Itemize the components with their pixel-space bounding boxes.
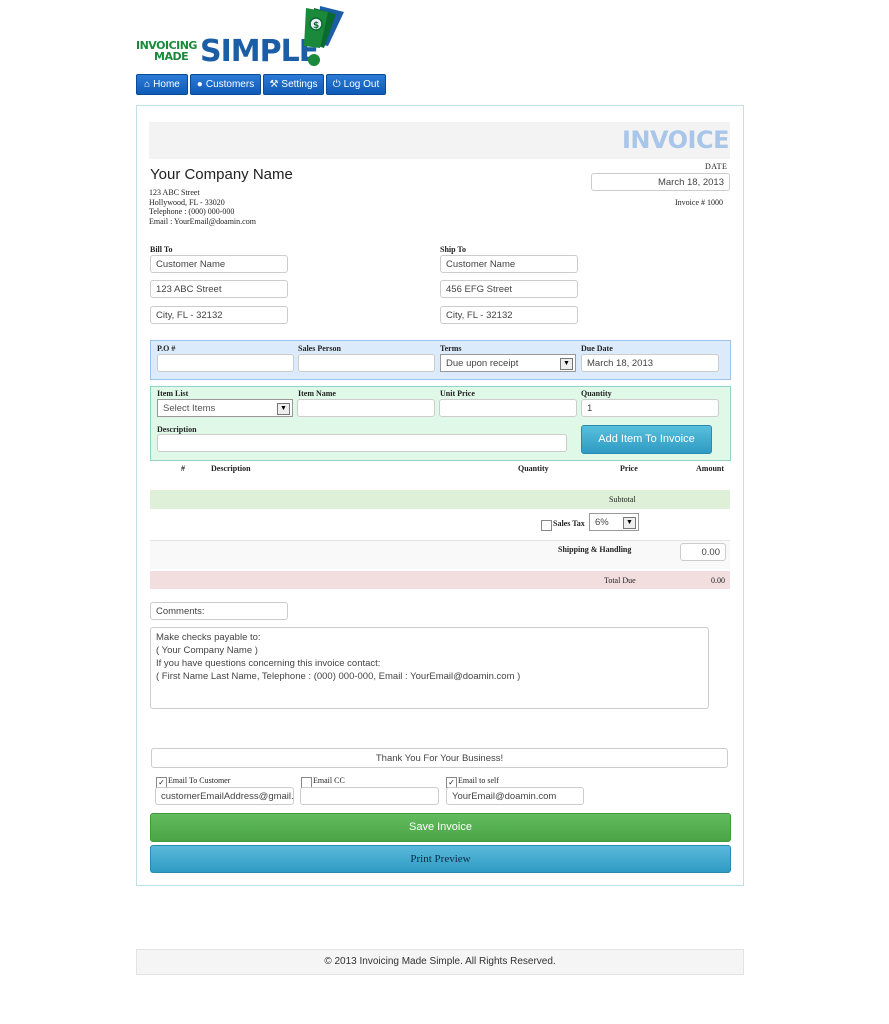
description-label: Description <box>157 425 197 434</box>
unit-price-input[interactable] <box>439 399 577 417</box>
due-date-label: Due Date <box>581 344 613 353</box>
item-list-value: Select Items <box>163 403 216 414</box>
nav-settings-button[interactable]: ⚒ Settings <box>263 74 324 95</box>
col-header-description: Description <box>211 464 251 473</box>
nav-home-button[interactable]: ⌂ Home <box>136 74 188 95</box>
bill-to-street-input[interactable]: 123 ABC Street <box>150 280 288 298</box>
nav-customers-label: Customers <box>205 79 255 90</box>
address-line: Telephone : (000) 000-000 <box>149 207 235 216</box>
quantity-input[interactable]: 1 <box>581 399 719 417</box>
logo-text-made: MADE <box>154 50 189 63</box>
nav-logout-button[interactable]: ⏻ Log Out <box>326 74 386 95</box>
nav-logout-label: Log Out <box>343 79 380 90</box>
address-line: 123 ABC Street <box>149 188 200 197</box>
email-self-input[interactable]: YourEmail@doamin.com <box>446 787 584 805</box>
nav-customers-button[interactable]: ● Customers <box>190 74 261 95</box>
print-preview-button[interactable]: Print Preview <box>150 845 731 873</box>
date-label: DATE <box>705 162 728 171</box>
sales-tax-label: Sales Tax <box>553 519 585 528</box>
shipping-input[interactable]: 0.00 <box>680 543 726 561</box>
invoice-number: Invoice # 1000 <box>675 198 723 207</box>
description-input[interactable] <box>157 434 567 452</box>
ship-to-street-input[interactable]: 456 EFG Street <box>440 280 578 298</box>
invoice-title: INVOICE <box>621 126 730 154</box>
power-icon: ⏻ <box>332 79 341 90</box>
home-icon: ⌂ <box>144 79 151 90</box>
col-header-amount: Amount <box>696 464 725 473</box>
comment-line: Make checks payable to: <box>156 632 261 643</box>
ship-to-name-input[interactable]: Customer Name <box>440 255 578 273</box>
company-address: 123 ABC Street Hollywood, FL - 33020 Tel… <box>149 188 256 226</box>
shipping-row <box>150 540 730 569</box>
ship-to-label: Ship To <box>440 245 467 254</box>
total-due-label: Total Due <box>604 576 636 585</box>
col-header-quantity: Quantity <box>518 464 549 473</box>
sales-tax-checkbox[interactable] <box>541 520 552 531</box>
date-input[interactable]: March 18, 2013 <box>591 173 730 191</box>
logo-money-icon: $ <box>304 6 344 66</box>
total-row <box>150 571 730 589</box>
comments-label-input[interactable]: Comments: <box>150 602 288 620</box>
terms-value: Due upon receipt <box>446 358 519 369</box>
chevron-down-icon[interactable]: ▼ <box>277 403 290 415</box>
col-header-price: Price <box>620 464 638 473</box>
comments-textarea[interactable]: Make checks payable to: ( Your Company N… <box>150 627 709 709</box>
svg-text:$: $ <box>313 21 319 31</box>
comment-line: ( First Name Last Name, Telephone : (000… <box>156 671 521 682</box>
bill-to-city-input[interactable]: City, FL - 32132 <box>150 306 288 324</box>
item-name-label: Item Name <box>298 389 336 398</box>
sales-person-label: Sales Person <box>298 344 341 353</box>
footer: © 2013 Invoicing Made Simple. All Rights… <box>136 949 744 975</box>
po-input[interactable] <box>157 354 294 372</box>
po-label: P.O # <box>157 344 176 353</box>
add-item-button[interactable]: Add Item To Invoice <box>581 425 712 454</box>
nav-home-label: Home <box>153 79 180 90</box>
unit-price-label: Unit Price <box>440 389 475 398</box>
bill-to-label: Bill To <box>150 245 173 254</box>
comment-line: If you have questions concerning this in… <box>156 658 381 669</box>
subtotal-label: Subtotal <box>609 495 636 504</box>
user-icon: ● <box>196 79 203 90</box>
sales-person-input[interactable] <box>298 354 435 372</box>
item-list-select[interactable]: Select Items ▼ <box>157 399 293 417</box>
chevron-down-icon[interactable]: ▼ <box>623 517 636 529</box>
due-date-input[interactable]: March 18, 2013 <box>581 354 719 372</box>
nav-settings-label: Settings <box>281 79 318 90</box>
email-self-label: Email to self <box>458 776 499 785</box>
email-cc-label: Email CC <box>313 776 345 785</box>
col-header-number: # <box>181 464 185 473</box>
wrench-icon: ⚒ <box>269 79 279 90</box>
sales-tax-value: 6% <box>595 517 609 528</box>
address-line: Email : YourEmail@doamin.com <box>149 216 256 226</box>
bill-to-name-input[interactable]: Customer Name <box>150 255 288 273</box>
terms-select[interactable]: Due upon receipt ▼ <box>440 354 576 372</box>
item-list-label: Item List <box>157 389 189 398</box>
total-due-value: 0.00 <box>711 576 725 585</box>
shipping-label: Shipping & Handling <box>558 545 632 554</box>
email-customer-input[interactable]: customerEmailAddress@gmail.com <box>155 787 294 805</box>
company-name: Your Company Name <box>150 166 293 183</box>
email-customer-label: Email To Customer <box>168 776 231 785</box>
address-line: Hollywood, FL - 33020 <box>149 197 225 207</box>
comment-line: ( Your Company Name ) <box>156 645 258 656</box>
email-cc-input[interactable] <box>300 787 439 805</box>
item-name-input[interactable] <box>297 399 435 417</box>
thank-you-input[interactable]: Thank You For Your Business! <box>151 748 728 768</box>
sales-tax-select[interactable]: 6% ▼ <box>589 513 639 531</box>
terms-label: Terms <box>440 344 462 353</box>
ship-to-city-input[interactable]: City, FL - 32132 <box>440 306 578 324</box>
quantity-label: Quantity <box>581 389 612 398</box>
save-invoice-button[interactable]: Save Invoice <box>150 813 731 842</box>
chevron-down-icon[interactable]: ▼ <box>560 358 573 370</box>
subtotal-row <box>150 490 730 509</box>
